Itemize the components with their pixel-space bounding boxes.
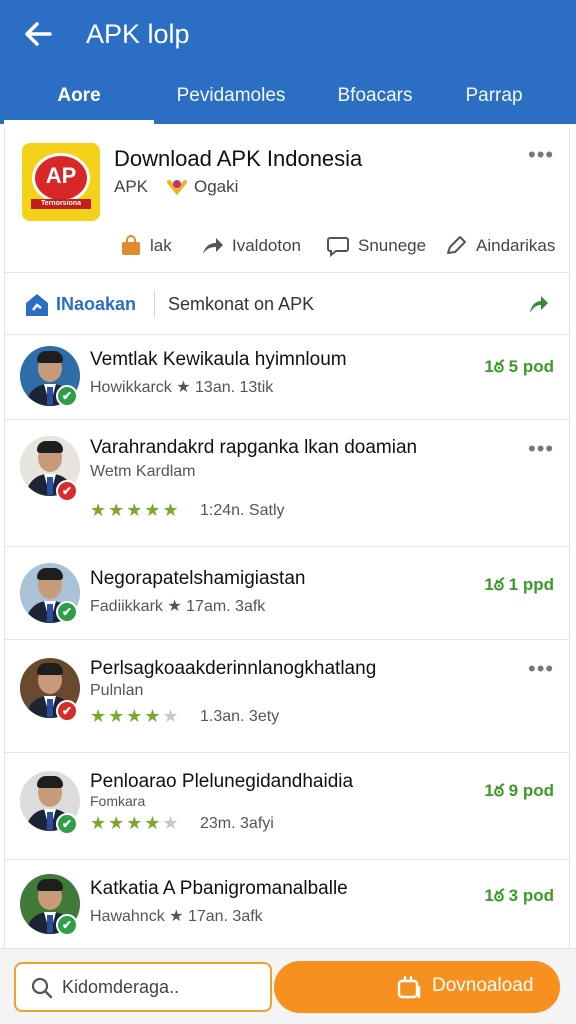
rating-stars: ★★★★★ [90, 813, 181, 833]
app-more-icon[interactable]: ••• [528, 144, 556, 166]
rating-stars: ★★★★★ [90, 706, 181, 726]
section-text: Semkonat on APK [168, 294, 315, 314]
action-share-label: Ivaldoton [232, 236, 301, 255]
list-item[interactable]: ✔ Varahrandakrd rapganka lkan doamian We… [4, 420, 570, 546]
comment-icon [327, 237, 349, 257]
list-item[interactable]: ✔ Penloarao Plelunegidandhaidia Fomkara … [4, 753, 570, 859]
item-title: Perlsagkoaakderinnlanogkhatlang [90, 658, 377, 679]
item-title: Vemtlak Kewikaula hyimnloum [90, 349, 347, 370]
back-arrow-icon[interactable] [18, 16, 58, 52]
list-item[interactable]: ✔ Vemtlak Kewikaula hyimnloum Howikkarck… [4, 335, 570, 419]
app-icon-ribbon: Ternorsiona [31, 199, 91, 209]
app-bar: APK lolp Aore Pevidamoles Bfoacars Parra… [0, 0, 576, 124]
search-box[interactable] [14, 962, 272, 1012]
divider [4, 272, 570, 273]
item-meta: Howikkarck ★ 13an. 13tik [90, 379, 274, 396]
share-arrow-icon [203, 238, 223, 254]
action-comment[interactable]: Snunege [326, 232, 426, 260]
item-title: Penloarao Plelunegidandhaidia [90, 771, 354, 792]
verified-badge-icon: ✔ [56, 914, 78, 936]
action-bag-label: lak [150, 236, 172, 255]
share-icon[interactable] [526, 292, 550, 316]
item-meta: 23m. 3afyi [200, 815, 274, 832]
download-label: Dovnoaload [432, 975, 534, 996]
item-title: Negorapatelshamigiastan [90, 568, 306, 589]
action-edit-label: Aindarikas [476, 236, 556, 255]
item-meta: 1:24n. Satly [200, 502, 285, 519]
item-count: 1ఠ 5 pod [484, 357, 554, 376]
search-icon [31, 977, 53, 999]
app-icon[interactable]: AP Ternorsiona [22, 143, 100, 221]
action-bag[interactable]: lak [120, 232, 172, 260]
item-count: 1ఠ 9 pod [484, 781, 554, 800]
item-more-icon[interactable]: ••• [528, 658, 556, 680]
item-count: 1ఠ 3 pod [484, 886, 554, 905]
tab-home[interactable]: Aore [4, 72, 154, 124]
item-author: Wetm Kardlam [90, 463, 196, 480]
verified-badge-icon: ✔ [56, 385, 78, 407]
list-item[interactable]: ✔ Perlsagkoaakderinnlanogkhatlang Pulnla… [4, 640, 570, 752]
verified-badge-icon: ✔ [56, 601, 78, 623]
list-item[interactable]: ✔ Katkatia A Pbanigromanalballe Hawahnck… [4, 860, 570, 948]
item-author: Pulnlan [90, 682, 144, 699]
download-button[interactable]: Dovnoaload [274, 961, 560, 1013]
item-meta: 1.3an. 3ety [200, 708, 280, 725]
item-title: Katkatia A Pbanigromanalballe [90, 878, 348, 899]
list-item[interactable]: ✔ Negorapatelshamigiastan Fadiikkark ★ 1… [4, 547, 570, 639]
download-package-icon [397, 975, 421, 999]
section-label[interactable]: INaoakan [56, 294, 136, 315]
pencil-icon [447, 236, 466, 254]
bag-icon [122, 235, 140, 255]
app-developer: Ogaki [194, 177, 239, 196]
action-edit[interactable]: Aindarikas [444, 232, 555, 260]
rating-stars: ★★★★★ [90, 500, 181, 520]
tab-browse[interactable]: Bfoacars [318, 72, 432, 124]
item-author: Fomkara [90, 793, 146, 809]
section-separator [154, 290, 155, 318]
tab-more[interactable]: Parrap [444, 72, 544, 124]
active-tab-indicator [4, 120, 154, 124]
app-publisher: APK [114, 177, 149, 196]
item-title: Varahrandakrd rapganka lkan doamian [90, 437, 418, 458]
item-more-icon[interactable]: ••• [528, 438, 556, 460]
developer-emblem-icon [167, 180, 187, 196]
verified-badge-icon: ✔ [56, 813, 78, 835]
action-comment-label: Snunege [358, 236, 427, 255]
item-meta: Hawahnck ★ 17an. 3afk [90, 908, 263, 925]
home-shield-icon [26, 294, 48, 316]
tab-developers[interactable]: Pevidamoles [160, 72, 302, 124]
bottom-bar: Dovnoaload [0, 948, 576, 1024]
app-icon-text: AP [45, 163, 77, 188]
item-count: 1ఠ 1 ppd [484, 575, 554, 594]
tab-bar: Aore Pevidamoles Bfoacars Parrap [0, 72, 576, 124]
verified-badge-icon: ✔ [56, 480, 78, 502]
item-meta: Fadiikkark ★ 17am. 3afk [90, 598, 266, 615]
page-title: APK lolp [86, 19, 190, 49]
section-bar: INaoakan Semkonat on APK [4, 274, 570, 334]
verified-badge-icon: ✔ [56, 700, 78, 722]
app-title: Download APK Indonesia [114, 146, 363, 171]
action-share[interactable]: Ivaldoton [200, 232, 301, 260]
search-input[interactable] [62, 974, 262, 1000]
